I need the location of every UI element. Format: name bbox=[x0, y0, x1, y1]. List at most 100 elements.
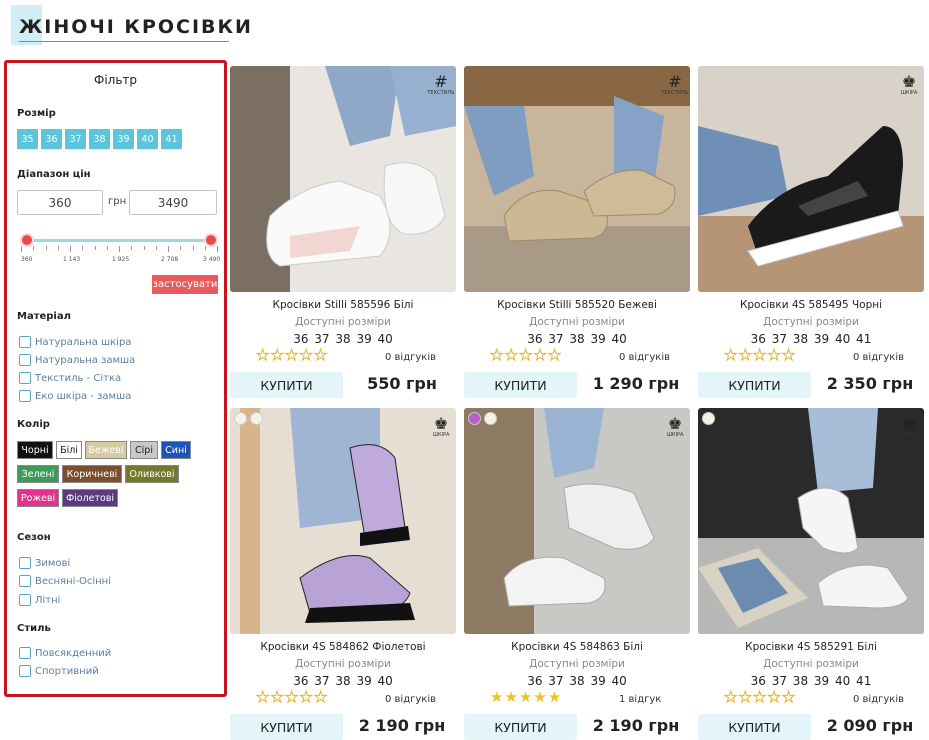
color-option[interactable]: Фіолетові bbox=[62, 489, 118, 507]
product-card[interactable]: ♚ ШКІРА Кросівки 4S 585291 Білі Доступні… bbox=[698, 408, 924, 740]
star-icon[interactable]: ★ bbox=[723, 347, 737, 363]
size-option[interactable]: 41 bbox=[161, 129, 182, 149]
color-option[interactable]: Зелені bbox=[17, 465, 59, 483]
product-card[interactable]: # ТЕКСТИЛЬ Кросівки Stilli 585596 Білі Д… bbox=[230, 66, 456, 399]
apply-filter-button[interactable]: застосувати bbox=[152, 275, 218, 294]
product-card[interactable]: ♚ ШКІРА Кросівки 4S 585495 Чорні Доступн… bbox=[698, 66, 924, 399]
star-icon[interactable]: ★ bbox=[313, 689, 327, 705]
color-option[interactable]: Бежеві bbox=[85, 441, 127, 459]
season-option[interactable]: Літні bbox=[19, 594, 60, 606]
color-swatch[interactable] bbox=[468, 412, 481, 425]
checkbox[interactable] bbox=[19, 390, 31, 402]
star-icon[interactable]: ★ bbox=[489, 347, 503, 363]
material-option[interactable]: Натуральна замша bbox=[19, 354, 135, 366]
color-option[interactable]: Сині bbox=[161, 441, 191, 459]
rating-stars[interactable]: ★ ★ ★ ★ ★ bbox=[490, 690, 561, 705]
review-count[interactable]: 0 відгуків bbox=[853, 352, 904, 363]
size-option[interactable]: 38 bbox=[89, 129, 110, 149]
rating-stars[interactable]: ★ ★ ★ ★ ★ bbox=[489, 347, 561, 363]
star-icon[interactable]: ★ bbox=[518, 347, 532, 363]
star-icon[interactable]: ★ bbox=[738, 689, 752, 705]
price-slider-track[interactable] bbox=[27, 239, 211, 242]
rating-stars[interactable]: ★ ★ ★ ★ ★ bbox=[255, 689, 327, 705]
checkbox[interactable] bbox=[19, 665, 31, 677]
product-image[interactable]: ♚ ШКІРА bbox=[698, 66, 924, 292]
product-name[interactable]: Кросівки 4S 584863 Білі bbox=[464, 641, 690, 653]
size-option[interactable]: 35 bbox=[17, 129, 38, 149]
checkbox[interactable] bbox=[19, 647, 31, 659]
star-icon[interactable]: ★ bbox=[533, 347, 547, 363]
rating-stars[interactable]: ★ ★ ★ ★ ★ bbox=[255, 347, 327, 363]
size-option[interactable]: 37 bbox=[65, 129, 86, 149]
price-slider-min-handle[interactable] bbox=[20, 233, 34, 247]
review-count[interactable]: 0 відгуків bbox=[385, 352, 436, 363]
star-icon[interactable]: ★ bbox=[781, 689, 795, 705]
material-option[interactable]: Натуральна шкіра bbox=[19, 336, 131, 348]
review-count[interactable]: 0 відгуків bbox=[619, 352, 670, 363]
color-option[interactable]: Білі bbox=[56, 441, 82, 459]
star-icon[interactable]: ★ bbox=[752, 347, 766, 363]
star-icon[interactable]: ★ bbox=[270, 689, 284, 705]
star-icon[interactable]: ★ bbox=[284, 347, 298, 363]
style-option[interactable]: Повсякденний bbox=[19, 647, 111, 659]
size-option[interactable]: 40 bbox=[137, 129, 158, 149]
product-image[interactable]: ♚ ШКІРА bbox=[698, 408, 924, 634]
star-icon[interactable]: ★ bbox=[299, 689, 313, 705]
product-card[interactable]: ♚ ШКІРА Кросівки 4S 584862 Фіолетові Дос… bbox=[230, 408, 456, 740]
price-max-input[interactable]: 3490 bbox=[129, 190, 217, 215]
review-count[interactable]: 0 відгуків bbox=[853, 694, 904, 705]
product-name[interactable]: Кросівки 4S 584862 Фіолетові bbox=[230, 641, 456, 653]
checkbox[interactable] bbox=[19, 557, 31, 569]
star-icon[interactable]: ★ bbox=[547, 347, 561, 363]
buy-button[interactable]: КУПИТИ bbox=[230, 714, 343, 740]
product-name[interactable]: Кросівки Stilli 585596 Білі bbox=[230, 299, 456, 311]
product-card[interactable]: ♚ ШКІРА Кросівки 4S 584863 Білі Доступні… bbox=[464, 408, 690, 740]
material-option[interactable]: Текстиль - Сітка bbox=[19, 372, 121, 384]
star-icon[interactable]: ★ bbox=[738, 347, 752, 363]
buy-button[interactable]: КУПИТИ bbox=[230, 372, 343, 398]
checkbox[interactable] bbox=[19, 336, 31, 348]
checkbox[interactable] bbox=[19, 354, 31, 366]
color-option[interactable]: Рожеві bbox=[17, 489, 59, 507]
color-swatch[interactable] bbox=[234, 412, 247, 425]
size-option[interactable]: 39 bbox=[113, 129, 134, 149]
rating-stars[interactable]: ★ ★ ★ ★ ★ bbox=[723, 689, 795, 705]
product-name[interactable]: Кросівки 4S 585291 Білі bbox=[698, 641, 924, 653]
buy-button[interactable]: КУПИТИ bbox=[464, 372, 577, 398]
material-option[interactable]: Еко шкіра - замша bbox=[19, 390, 131, 402]
color-option[interactable]: Коричневі bbox=[62, 465, 122, 483]
buy-button[interactable]: КУПИТИ bbox=[698, 714, 811, 740]
star-icon[interactable]: ★ bbox=[504, 347, 518, 363]
product-image[interactable]: ♚ ШКІРА bbox=[464, 408, 690, 634]
star-icon[interactable]: ★ bbox=[270, 347, 284, 363]
star-icon[interactable]: ★ bbox=[548, 690, 561, 705]
star-icon[interactable]: ★ bbox=[767, 689, 781, 705]
review-count[interactable]: 0 відгуків bbox=[385, 694, 436, 705]
product-name[interactable]: Кросівки 4S 585495 Чорні bbox=[698, 299, 924, 311]
checkbox[interactable] bbox=[19, 575, 31, 587]
star-icon[interactable]: ★ bbox=[313, 347, 327, 363]
star-icon[interactable]: ★ bbox=[490, 690, 503, 705]
review-count[interactable]: 1 відгук bbox=[619, 694, 661, 705]
size-option[interactable]: 36 bbox=[41, 129, 62, 149]
star-icon[interactable]: ★ bbox=[504, 690, 517, 705]
checkbox[interactable] bbox=[19, 372, 31, 384]
price-min-input[interactable]: 360 bbox=[17, 190, 103, 215]
season-option[interactable]: Зимові bbox=[19, 557, 70, 569]
star-icon[interactable]: ★ bbox=[299, 347, 313, 363]
color-option[interactable]: Сірі bbox=[130, 441, 158, 459]
product-image[interactable]: ♚ ШКІРА bbox=[230, 408, 456, 634]
season-option[interactable]: Весняні-Осінні bbox=[19, 575, 111, 587]
star-icon[interactable]: ★ bbox=[752, 689, 766, 705]
style-option[interactable]: Спортивний bbox=[19, 665, 99, 677]
star-icon[interactable]: ★ bbox=[255, 689, 269, 705]
product-card[interactable]: # ТЕКСТИЛЬ Кросівки Stilli 585520 Бежеві… bbox=[464, 66, 690, 399]
star-icon[interactable]: ★ bbox=[533, 690, 546, 705]
price-slider-max-handle[interactable] bbox=[204, 233, 218, 247]
checkbox[interactable] bbox=[19, 594, 31, 606]
buy-button[interactable]: КУПИТИ bbox=[698, 372, 811, 398]
color-option[interactable]: Чорні bbox=[17, 441, 53, 459]
star-icon[interactable]: ★ bbox=[767, 347, 781, 363]
star-icon[interactable]: ★ bbox=[255, 347, 269, 363]
color-option[interactable]: Оливкові bbox=[125, 465, 179, 483]
